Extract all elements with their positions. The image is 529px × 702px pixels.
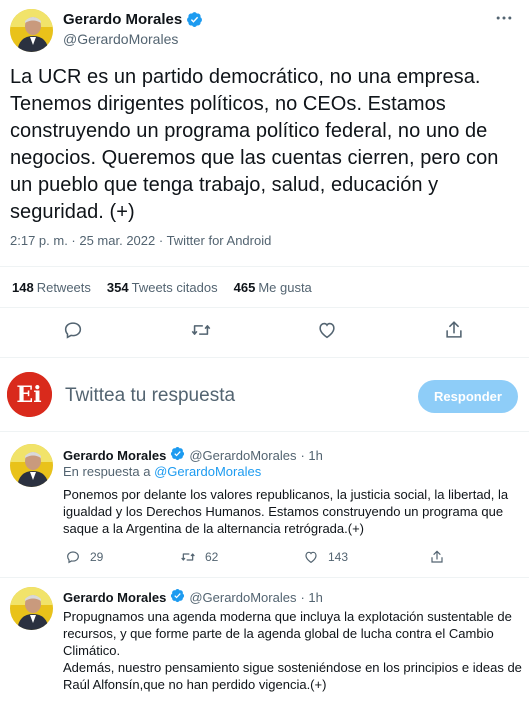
tweet-stats: 148 Retweets 354 Tweets citados 465 Me gust… xyxy=(12,280,312,295)
quotes-count: 354 xyxy=(106,280,129,295)
retweet-icon xyxy=(180,549,196,565)
divider xyxy=(0,431,529,432)
verified-badge-icon xyxy=(170,446,185,464)
like-icon[interactable] xyxy=(316,319,338,341)
share-icon[interactable] xyxy=(443,319,465,341)
reply-actions: 29 62 143 xyxy=(63,549,463,569)
composer-avatar-text: Ei xyxy=(16,382,41,408)
share-icon xyxy=(429,549,445,565)
reply-likes-count: 143 xyxy=(328,550,349,564)
tweet-text: La UCR es un partido democrático, no una… xyxy=(10,66,499,223)
verified-badge-icon xyxy=(186,11,203,28)
reply-retweet-action[interactable]: 62 xyxy=(180,549,218,565)
reply-text: Propugnamos una agenda moderna que inclu… xyxy=(63,608,523,693)
reply-icon[interactable] xyxy=(62,319,84,341)
quotes-stat[interactable]: 354 Tweets citados xyxy=(107,280,218,295)
likes-stat[interactable]: 465 Me gusta xyxy=(234,280,312,295)
reply-author-name[interactable]: Gerardo Morales xyxy=(63,448,166,463)
reply-avatar[interactable] xyxy=(10,444,53,487)
in-reply-to-handle[interactable]: @GerardoMorales xyxy=(154,464,261,479)
divider xyxy=(0,266,529,267)
reply-input[interactable]: Twittea tu respuesta xyxy=(65,385,235,407)
reply-header: Gerardo Morales @GerardoMorales · 1h xyxy=(63,446,323,464)
verified-badge-icon xyxy=(170,588,185,606)
likes-label: Me gusta xyxy=(258,280,312,295)
more-icon[interactable] xyxy=(494,8,514,28)
author-avatar[interactable] xyxy=(10,9,53,52)
reply-time[interactable]: · 1h xyxy=(300,448,322,463)
retweets-label: Retweets xyxy=(36,280,91,295)
quotes-label: Tweets citados xyxy=(131,280,218,295)
reply-author-handle[interactable]: @GerardoMorales xyxy=(189,590,296,605)
divider xyxy=(0,307,529,308)
tweet-actions xyxy=(0,319,529,347)
reply-icon xyxy=(65,549,81,565)
divider xyxy=(0,357,529,358)
tweet-timestamp[interactable]: 2:17 p. m. · 25 mar. 2022 · Twitter for … xyxy=(10,233,271,248)
reply-button[interactable]: Responder xyxy=(418,380,518,413)
reply-like-action[interactable]: 143 xyxy=(303,549,348,565)
reply-replies-count: 29 xyxy=(90,550,104,564)
reply-retweets-count: 62 xyxy=(205,550,219,564)
in-reply-to-prefix: En respuesta a xyxy=(63,464,151,479)
reply-share-action[interactable] xyxy=(429,549,445,565)
reply-reply-action[interactable]: 29 xyxy=(65,549,103,565)
divider xyxy=(0,577,529,578)
reply-text-paragraph: Además, nuestro pensamiento sigue sosten… xyxy=(63,660,522,692)
reply-text: Ponemos por delante los valores republic… xyxy=(63,487,509,536)
likes-count: 465 xyxy=(233,280,256,295)
reply-author-handle[interactable]: @GerardoMorales xyxy=(189,448,296,463)
reply-author-name[interactable]: Gerardo Morales xyxy=(63,590,166,605)
author-name-text[interactable]: Gerardo Morales xyxy=(63,11,182,28)
author-name[interactable]: Gerardo Morales xyxy=(63,11,203,28)
reply-text-paragraph: Propugnamos una agenda moderna que inclu… xyxy=(63,609,512,658)
author-handle[interactable]: @GerardoMorales xyxy=(63,31,178,47)
reply-time[interactable]: · 1h xyxy=(300,590,322,605)
retweets-stat[interactable]: 148 Retweets xyxy=(12,280,91,295)
retweets-count: 148 xyxy=(12,280,34,295)
like-icon xyxy=(303,549,319,565)
in-reply-to: En respuesta a @GerardoMorales xyxy=(63,464,261,479)
retweet-icon[interactable] xyxy=(190,319,212,341)
composer-avatar: Ei xyxy=(7,372,52,417)
reply-avatar[interactable] xyxy=(10,587,53,630)
reply-header: Gerardo Morales @GerardoMorales · 1h xyxy=(63,588,323,606)
